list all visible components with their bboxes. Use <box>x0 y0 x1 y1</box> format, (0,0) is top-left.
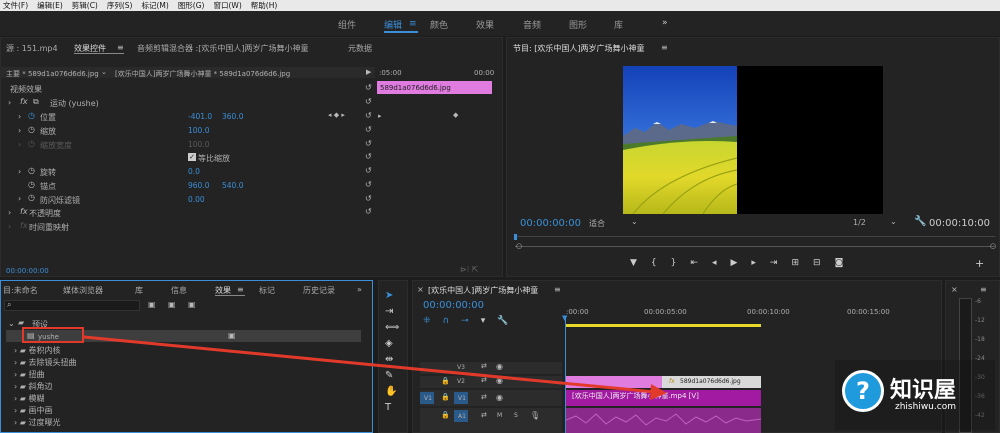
watermark-url: zhishiwu.com <box>895 402 956 412</box>
meter-tick: -18 <box>975 336 985 343</box>
meter-tick: -12 <box>975 317 985 324</box>
meter-close-icon[interactable]: × <box>951 285 958 294</box>
watermark-name: 知识屋 <box>890 378 957 403</box>
meter-menu-icon[interactable]: ≡ <box>980 285 987 294</box>
watermark-logo-icon: ? <box>842 370 884 412</box>
meter-tick: -6 <box>975 298 981 305</box>
